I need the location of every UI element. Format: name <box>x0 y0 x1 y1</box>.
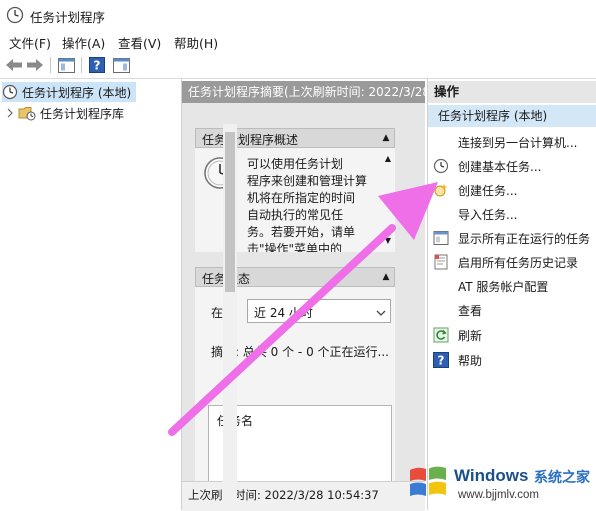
new-task-icon <box>432 181 450 199</box>
help-icon-toolbar[interactable]: ? <box>87 55 107 75</box>
watermark-cn: 系统之家 <box>534 470 590 486</box>
action-refresh[interactable]: 刷新 <box>432 324 596 346</box>
chevron-down-icon <box>376 306 386 320</box>
overview-title: 任务计划程序概述 <box>202 133 299 147</box>
action-show-running[interactable]: 显示所有正在运行的任务 <box>432 227 596 249</box>
action-create-task[interactable]: 创建任务... <box>432 179 596 201</box>
summary-pane: 任务计划程序摘要(上次刷新时间: 2022/3/28 任务计划程序概述 ▲ 可以… <box>182 79 425 511</box>
tree-node-library-label: 任务计划程序库 <box>40 106 125 121</box>
windows-logo-icon <box>408 464 448 503</box>
folder-icon <box>18 105 36 121</box>
watermark-url: www.bjjmlv.com <box>458 489 539 501</box>
running-tasks-icon <box>432 229 450 247</box>
actions-pane: 操作 任务计划程序 (本地) 连接到另一台计算机... 创建基本任务... 创建… <box>427 79 596 510</box>
clock-icon <box>432 157 450 175</box>
action-connect-computer[interactable]: 连接到另一台计算机... <box>432 131 596 153</box>
console-tree: 任务计划程序 (本地) 任务计划程序库 <box>0 79 182 510</box>
menu-help[interactable]: 帮助(H) <box>174 33 218 52</box>
action-import-task[interactable]: 导入任务... <box>432 203 596 225</box>
tree-node-library[interactable]: 任务计划程序库 <box>6 103 124 123</box>
title-bar: 任务计划程序 <box>0 0 596 30</box>
scroll-down-icon[interactable]: ▼ <box>385 236 391 245</box>
forward-arrow-icon[interactable] <box>25 55 45 75</box>
overview-text: 可以使用任务计划 程序来创建和管理计算 机将在所指定的时间 自动执行的常见任 务… <box>247 157 368 252</box>
svg-text:?: ? <box>438 354 445 368</box>
time-range-value: 近 24 小时 <box>254 306 313 320</box>
scrollbar-thumb[interactable] <box>225 132 235 292</box>
menu-action[interactable]: 操作(A) <box>62 33 105 52</box>
menu-view[interactable]: 查看(V) <box>118 33 161 52</box>
menu-bar: 文件(F) 操作(A) 查看(V) 帮助(H) <box>0 30 596 52</box>
toolbar: ? <box>0 52 596 79</box>
collapse-icon[interactable]: ▲ <box>378 270 394 284</box>
watermark: Windows 系统之家 www.bjjmlv.com <box>406 456 596 510</box>
help-icon: ? <box>432 351 450 369</box>
refresh-icon <box>432 326 450 344</box>
action-enable-history[interactable]: 启用所有任务历史记录 <box>432 251 596 273</box>
summary-scrollbar[interactable] <box>223 124 237 508</box>
tree-node-root[interactable]: 任务计划程序 (本地) <box>2 82 136 102</box>
action-create-basic-task[interactable]: 创建基本任务... <box>432 155 596 177</box>
time-range-select[interactable]: 近 24 小时 <box>247 299 391 323</box>
expand-chevron-icon[interactable] <box>6 108 14 118</box>
action-at-service-config[interactable]: AT 服务帐户配置 <box>432 275 596 297</box>
tree-node-root-label: 任务计划程序 (本地) <box>22 85 132 100</box>
action-help[interactable]: ? 帮助 <box>432 349 596 371</box>
collapse-icon[interactable]: ▲ <box>378 131 394 145</box>
refresh-footer: 上次刷新时间: 2022/3/28 10:54:37 <box>182 481 425 511</box>
action-view[interactable]: 查看 <box>432 299 596 321</box>
status-summary: 摘要: 总共 0 个 - 0 个正在运行... <box>211 345 389 359</box>
summary-body: 任务计划程序概述 ▲ 可以使用任务计划 程序来创建和管理计算 机将在所指定的时间… <box>182 103 425 511</box>
actions-header: 操作 <box>428 81 596 103</box>
show-hide-tree-icon[interactable] <box>56 55 76 75</box>
summary-header: 任务计划程序摘要(上次刷新时间: 2022/3/28 <box>182 81 425 103</box>
actions-subheader[interactable]: 任务计划程序 (本地) <box>428 105 596 127</box>
last-refresh-text: 上次刷新时间: 2022/3/28 10:54:37 <box>188 488 379 502</box>
back-arrow-icon[interactable] <box>4 55 24 75</box>
show-hide-action-pane-icon[interactable] <box>111 55 131 75</box>
scroll-up-icon[interactable]: ▲ <box>385 154 391 163</box>
svg-text:?: ? <box>94 59 101 73</box>
menu-file[interactable]: 文件(F) <box>9 33 51 52</box>
watermark-brand: Windows <box>454 466 529 485</box>
window-title: 任务计划程序 <box>30 10 106 25</box>
task-scheduler-clock-icon <box>6 6 24 27</box>
clock-icon <box>2 84 18 100</box>
history-icon <box>432 253 450 271</box>
